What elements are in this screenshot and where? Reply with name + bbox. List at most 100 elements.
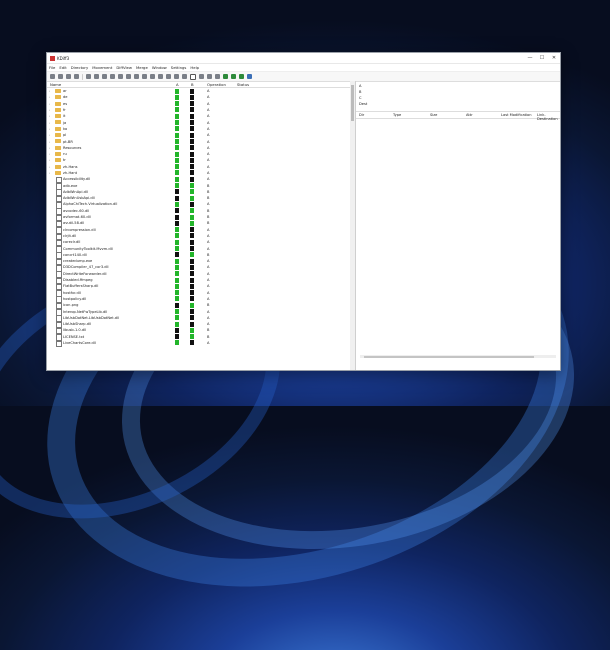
- expand-icon[interactable]: ›: [49, 165, 50, 169]
- operation-cell[interactable]: A: [207, 240, 209, 244]
- prev-unsolved-icon[interactable]: [134, 74, 139, 79]
- menu-edit[interactable]: Edit: [59, 65, 66, 70]
- operation-cell[interactable]: A: [207, 127, 209, 131]
- operation-cell[interactable]: A: [207, 171, 209, 175]
- expand-icon[interactable]: ›: [49, 95, 50, 99]
- column-b[interactable]: B: [191, 82, 194, 87]
- menu-diffview[interactable]: DiffView: [116, 65, 132, 70]
- maximize-button[interactable]: ☐: [536, 53, 548, 63]
- overview-icon[interactable]: [207, 74, 212, 79]
- toggle-view-icon[interactable]: [247, 74, 252, 79]
- operation-cell[interactable]: A: [207, 152, 209, 156]
- window-split-icon[interactable]: [199, 74, 204, 79]
- column-last-modification[interactable]: Last Modification: [501, 113, 532, 117]
- scroll-thumb[interactable]: [351, 85, 354, 121]
- column-link-destination[interactable]: Link-Destination: [537, 113, 560, 121]
- operation-cell[interactable]: A: [207, 121, 209, 125]
- minimize-button[interactable]: —: [524, 53, 536, 63]
- next-delta-icon[interactable]: [110, 74, 115, 79]
- operation-cell[interactable]: B: [207, 196, 209, 200]
- operation-cell[interactable]: A: [207, 278, 209, 282]
- table-row[interactable]: LiveChartsCore.dll A: [47, 340, 350, 348]
- operation-cell[interactable]: A: [207, 291, 209, 295]
- operation-cell[interactable]: A: [207, 133, 209, 137]
- menu-settings[interactable]: Settings: [171, 65, 187, 70]
- operation-cell[interactable]: A: [207, 228, 209, 232]
- next-unsolved-icon[interactable]: [142, 74, 147, 79]
- operation-cell[interactable]: A: [207, 158, 209, 162]
- expand-icon[interactable]: ›: [49, 102, 50, 106]
- menu-merge[interactable]: Merge: [136, 65, 148, 70]
- operation-cell[interactable]: A: [207, 108, 209, 112]
- menu-window[interactable]: Window: [152, 65, 167, 70]
- expand-icon[interactable]: ›: [49, 89, 50, 93]
- merge-c-icon[interactable]: [239, 74, 244, 79]
- column-size[interactable]: Size: [430, 113, 437, 117]
- operation-cell[interactable]: A: [207, 247, 209, 251]
- next-conflict-icon[interactable]: [126, 74, 131, 79]
- expand-icon[interactable]: ›: [49, 133, 50, 137]
- operation-cell[interactable]: A: [207, 146, 209, 150]
- select-b-icon[interactable]: [158, 74, 163, 79]
- operation-cell[interactable]: A: [207, 95, 209, 99]
- menu-movement[interactable]: Movement: [92, 65, 112, 70]
- merge-a-icon[interactable]: [223, 74, 228, 79]
- menu-file[interactable]: File: [49, 65, 55, 70]
- expand-icon[interactable]: ›: [49, 127, 50, 131]
- column-operation[interactable]: Operation: [207, 82, 226, 87]
- column-dir[interactable]: Dir: [359, 113, 364, 117]
- show-linenumbers-icon[interactable]: [190, 73, 196, 80]
- menu-directory[interactable]: Directory: [71, 65, 89, 70]
- operation-cell[interactable]: B: [207, 221, 209, 225]
- hscroll-thumb[interactable]: [364, 355, 534, 358]
- operation-cell[interactable]: A: [207, 259, 209, 263]
- column-a[interactable]: A: [176, 82, 179, 87]
- word-wrap-icon[interactable]: [215, 74, 220, 79]
- operation-cell[interactable]: A: [207, 310, 209, 314]
- go-top-icon[interactable]: [86, 74, 91, 79]
- expand-icon[interactable]: ›: [49, 146, 50, 150]
- close-button[interactable]: ✕: [548, 53, 560, 63]
- operation-cell[interactable]: B: [207, 190, 209, 194]
- operation-cell[interactable]: A: [207, 322, 209, 326]
- select-a-icon[interactable]: [150, 74, 155, 79]
- expand-icon[interactable]: ›: [49, 140, 50, 144]
- operation-cell[interactable]: A: [207, 114, 209, 118]
- go-current-icon[interactable]: [74, 74, 79, 79]
- open-icon[interactable]: [50, 74, 55, 79]
- merge-b-icon[interactable]: [231, 74, 236, 79]
- operation-cell[interactable]: A: [207, 102, 209, 106]
- operation-cell[interactable]: A: [207, 272, 209, 276]
- operation-cell[interactable]: A: [207, 177, 209, 181]
- operation-cell[interactable]: B: [207, 335, 209, 339]
- horizontal-scrollbar[interactable]: [360, 355, 556, 358]
- go-bottom-icon[interactable]: [94, 74, 99, 79]
- operation-cell[interactable]: B: [207, 209, 209, 213]
- operation-cell[interactable]: A: [207, 297, 209, 301]
- operation-cell[interactable]: A: [207, 316, 209, 320]
- operation-cell[interactable]: B: [207, 328, 209, 332]
- prev-conflict-icon[interactable]: [118, 74, 123, 79]
- select-c-icon[interactable]: [166, 74, 171, 79]
- operation-cell[interactable]: A: [207, 202, 209, 206]
- column-type[interactable]: Type: [393, 113, 401, 117]
- column-status[interactable]: Status: [237, 82, 249, 87]
- operation-cell[interactable]: A: [207, 284, 209, 288]
- operation-cell[interactable]: A: [207, 234, 209, 238]
- operation-cell[interactable]: A: [207, 341, 209, 345]
- operation-cell[interactable]: A: [207, 265, 209, 269]
- expand-icon[interactable]: ›: [49, 114, 50, 118]
- expand-icon[interactable]: ›: [49, 171, 50, 175]
- operation-cell[interactable]: A: [207, 89, 209, 93]
- expand-icon[interactable]: ›: [49, 152, 50, 156]
- whitespace-icon[interactable]: [182, 74, 187, 79]
- column-attr[interactable]: Attr: [466, 113, 473, 117]
- expand-icon[interactable]: ›: [49, 121, 50, 125]
- expand-icon[interactable]: ›: [49, 158, 50, 162]
- expand-icon[interactable]: ›: [49, 108, 50, 112]
- operation-cell[interactable]: B: [207, 303, 209, 307]
- operation-cell[interactable]: B: [207, 253, 209, 257]
- prev-delta-icon[interactable]: [102, 74, 107, 79]
- operation-cell[interactable]: B: [207, 215, 209, 219]
- column-name[interactable]: Name: [50, 82, 61, 87]
